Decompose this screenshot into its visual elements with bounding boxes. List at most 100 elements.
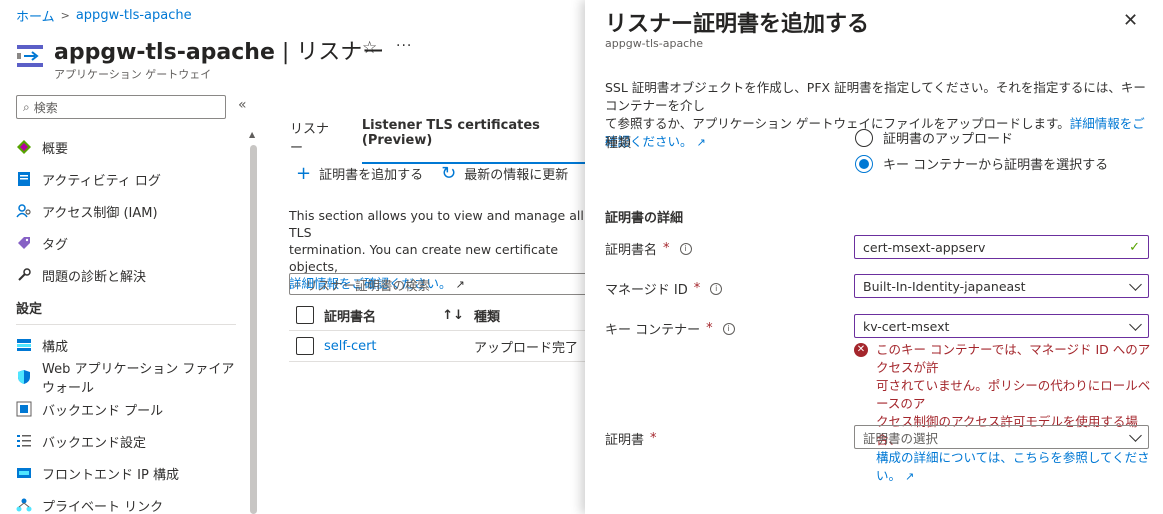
radio-label: 証明書のアップロード [883,132,1014,147]
radio-label: キー コンテナーから証明書を選択する [883,158,1109,173]
certificate-label: 証明書 * [605,429,657,448]
nav-label: プライベート リンク [42,499,164,514]
tab-listeners[interactable]: リスナー [290,118,336,164]
menu-scrollbar-thumb[interactable] [250,145,257,514]
nav-item-tags[interactable]: タグ [16,227,236,259]
menu-search-input[interactable]: ⌕ 検索 [16,95,226,119]
cert-name-link[interactable]: self-cert [324,339,377,354]
backend-pool-icon [16,401,32,417]
nav-item-iam[interactable]: アクセス制御 (IAM) [16,195,236,227]
nav-item-overview[interactable]: 概要 [16,131,236,163]
panel-subtitle: appgw-tls-apache [605,37,703,50]
nav-label: 構成 [42,339,69,355]
nav-label: 概要 [42,141,69,157]
breadcrumb: ホーム > appgw-tls-apache [16,6,192,25]
info-icon[interactable]: i [710,282,723,295]
resource-type: アプリケーション ゲートウェイ [54,68,212,81]
nav-label: 問題の診断と解決 [42,269,147,285]
nav-item-backend-pool[interactable]: バックエンド プール [16,393,236,425]
favorite-star-icon[interactable]: ☆ [362,38,377,58]
required-asterisk: * [706,321,713,336]
nav-item-backend-settings[interactable]: バックエンド設定 [16,425,236,457]
managed-id-value: Built-In-Identity-japaneast [863,278,1026,294]
certificate-search-input[interactable]: ⌕ リスナー証明書の検索 [289,273,585,295]
key-vault-label: キー コンテナー * i [605,319,735,338]
search-icon: ⌕ [23,99,30,114]
add-certificate-button[interactable]: + 証明書を追加する [296,164,423,183]
scroll-up-arrow-icon[interactable]: ▲ [249,130,255,139]
refresh-icon: ↻ [441,162,457,184]
nav-label: タグ [42,237,69,253]
backend-settings-icon [16,433,32,449]
label-text: 証明書名 [605,243,658,258]
certificate-placeholder: 証明書の選択 [863,430,939,446]
page-title: appgw-tls-apache | リスナー [54,34,384,66]
iam-icon [16,203,32,219]
radio-button[interactable] [855,128,873,147]
required-asterisk: * [693,281,701,296]
nav-section-settings: 設定 [16,291,236,325]
nav-label: アクセス制御 (IAM) [42,205,158,221]
frontend-ip-icon [16,465,32,481]
radio-choose-from-key-vault[interactable]: キー コンテナーから証明書を選択する [855,154,1108,173]
radio-button-selected[interactable] [855,154,873,173]
sort-icon[interactable]: ↑↓ [442,308,464,323]
nav-item-private-link[interactable]: プライベート リンク [16,489,236,514]
cert-name-value: cert-msext-appserv [863,239,986,255]
overview-icon [16,139,32,155]
managed-id-dropdown[interactable]: Built-In-Identity-japaneast [854,274,1149,298]
chevron-down-icon [1129,317,1142,331]
collapse-menu-icon[interactable]: « [238,97,247,113]
nav-label: アクティビティ ログ [42,173,161,189]
refresh-label: 最新の情報に更新 [464,168,569,183]
error-icon: ✕ [854,343,868,357]
breadcrumb-home[interactable]: ホーム [16,6,55,25]
key-vault-dropdown[interactable]: kv-cert-msext [854,314,1149,338]
row-checkbox[interactable] [296,337,314,355]
error-details-link[interactable]: 構成の詳細については、こちらを参照してください。 [876,450,1150,483]
close-icon[interactable]: ✕ [1123,10,1138,31]
nav-item-configuration[interactable]: 構成 [16,329,236,361]
nav-item-frontend-ip[interactable]: フロントエンド IP 構成 [16,457,236,489]
more-options-icon[interactable]: ··· [396,38,412,54]
certificate-dropdown[interactable]: 証明書の選択 [854,425,1149,449]
column-header-name[interactable]: 証明書名 ↑↓ [324,306,474,325]
cert-name-field[interactable]: cert-msext-appserv ✓ [854,235,1149,259]
config-icon [16,337,32,353]
panel-title: リスナー証明書を追加する [605,12,870,37]
description-line-1: This section allows you to view and mana… [289,208,584,240]
label-text: マネージド ID [605,283,688,298]
nav-label: バックエンド プール [42,403,164,419]
cert-type-cell: アップロード完了 [474,340,579,356]
nav-item-waf[interactable]: Web アプリケーション ファイアウォール [16,361,236,396]
shield-icon [16,369,32,385]
radio-upload-certificate[interactable]: 証明書のアップロード [855,128,1013,147]
certificate-details-heading: 証明書の詳細 [605,211,684,226]
cert-name-label: 証明書名 * i [605,239,692,258]
tab-listener-tls-certificates[interactable]: Listener TLS certificates (Preview) [361,118,585,164]
external-link-icon: ↗ [696,136,706,149]
certificates-table: 証明書名 ↑↓ 種類 self-cert アップロード完了 [289,300,585,362]
table-header: 証明書名 ↑↓ 種類 [289,300,585,331]
nav-item-diagnose[interactable]: 問題の診断と解決 [16,259,236,291]
required-asterisk: * [663,241,670,256]
breadcrumb-resource[interactable]: appgw-tls-apache [76,8,192,23]
listener-tabs: リスナー Listener TLS certificates (Preview) [290,118,585,164]
plus-icon: + [296,162,312,184]
listener-blade: ホーム > appgw-tls-apache appgw-tls-apache … [0,0,585,514]
key-vault-error-message: ✕ このキー コンテナーでは、マネージド ID へのアクセスが許 可されていませ… [854,341,1154,486]
label-text: 証明書 [605,433,645,448]
nav-item-activity-log[interactable]: アクティビティ ログ [16,163,236,195]
column-header-type[interactable]: 種類 [474,306,500,325]
add-certificate-label: 証明書を追加する [319,168,424,183]
refresh-button[interactable]: ↻ 最新の情報に更新 [441,164,568,183]
description-line-2: termination. You can create new certific… [289,242,559,274]
chevron-down-icon [1129,428,1142,442]
external-link-icon: ↗ [905,470,915,483]
select-all-checkbox[interactable] [296,306,314,324]
application-gateway-icon [17,45,43,67]
info-icon[interactable]: i [722,322,735,335]
activity-log-icon [16,171,32,187]
info-icon[interactable]: i [679,242,692,255]
chevron-right-icon: > [60,9,70,22]
